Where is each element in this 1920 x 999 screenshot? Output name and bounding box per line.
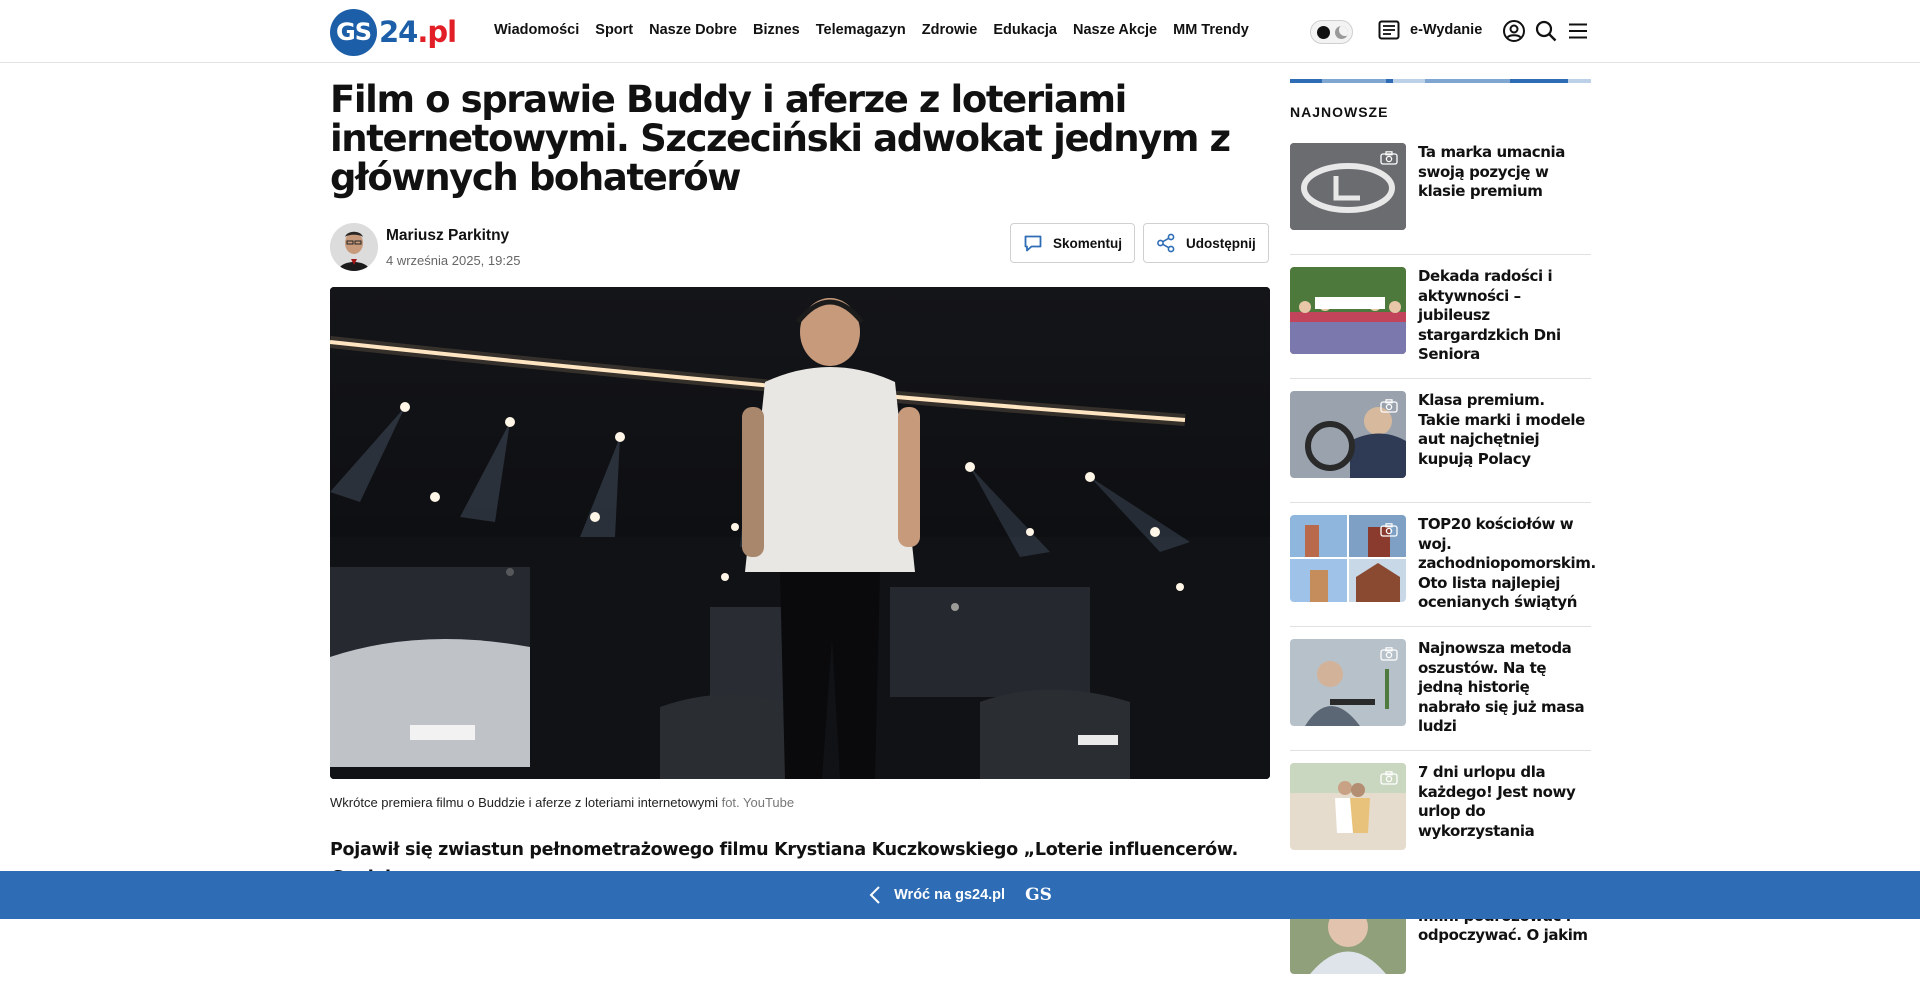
thumbnail — [1290, 391, 1406, 478]
list-item-title: 7 dni urlopu dla każdego! Jest nowy urlo… — [1418, 763, 1576, 840]
nav-item-wiadomosci[interactable]: Wiadomości — [494, 22, 579, 38]
list-item-title: Klasa premium. Takie marki i modele aut … — [1418, 391, 1585, 468]
author-name[interactable]: Mariusz Parkitny — [386, 227, 509, 245]
nav-item-nasze-dobre[interactable]: Nasze Dobre — [649, 22, 737, 38]
nav-item-telemagazyn[interactable]: Telemagazyn — [816, 22, 906, 38]
article-title: Film o sprawie Buddy i aferze z loteriam… — [330, 78, 1231, 199]
camera-icon — [1380, 399, 1398, 413]
article-hero-image[interactable] — [330, 287, 1270, 779]
nav-item-mm-trendy[interactable]: MM Trendy — [1173, 22, 1249, 38]
caption-credit: fot. YouTube — [721, 795, 795, 810]
thumbnail — [1290, 143, 1406, 230]
thumbnail — [1290, 639, 1406, 726]
sidebar-accent-stripe — [1290, 79, 1591, 83]
nav-item-zdrowie[interactable]: Zdrowie — [922, 22, 978, 38]
share-icon — [1157, 233, 1175, 253]
camera-icon — [1380, 647, 1398, 661]
chevron-left-icon — [869, 886, 880, 904]
theme-toggle-icon[interactable] — [1310, 20, 1353, 44]
nav-item-edukacja[interactable]: Edukacja — [993, 22, 1057, 38]
image-caption: Wkrótce premiera filmu o Buddzie i aferz… — [330, 795, 794, 810]
list-item[interactable]: Najnowsza metoda oszustów. Na tę jedną h… — [1290, 639, 1591, 751]
comment-label: Skomentuj — [1053, 235, 1123, 251]
comment-icon — [1024, 235, 1042, 252]
menu-icon[interactable] — [1566, 19, 1590, 43]
author-photo — [330, 223, 378, 271]
newspaper-icon — [1378, 20, 1400, 40]
list-item[interactable]: 7 dni urlopu dla każdego! Jest nowy urlo… — [1290, 763, 1591, 875]
thumbnail — [1290, 267, 1406, 354]
list-item-title: Dekada radości i aktywności – jubileusz … — [1418, 267, 1561, 363]
site-logo[interactable]: GS 24.pl — [330, 8, 457, 56]
list-item[interactable]: Klasa premium. Takie marki i modele aut … — [1290, 391, 1591, 503]
camera-icon — [1380, 523, 1398, 537]
camera-icon — [1380, 151, 1398, 165]
list-item-title: Ta marka umacnia swoją pozycję w klasie … — [1418, 143, 1565, 200]
list-item[interactable]: TOP20 kościołów w woj. zachodniopomorski… — [1290, 515, 1596, 627]
list-item[interactable]: Dekada radości i aktywności – jubileusz … — [1290, 267, 1591, 379]
camera-icon — [1380, 771, 1398, 785]
logo-badge: GS — [330, 8, 377, 56]
bottom-bar-logo: GS — [1025, 885, 1052, 905]
user-icon[interactable] — [1502, 19, 1526, 43]
sidebar-heading: NAJNOWSZE — [1290, 104, 1389, 120]
nav-item-sport[interactable]: Sport — [595, 22, 633, 38]
logo-wordmark: 24.pl — [379, 15, 457, 49]
publish-date: 4 września 2025, 19:25 — [386, 253, 521, 268]
comment-button[interactable]: Skomentuj — [1010, 223, 1136, 263]
back-to-home-bar[interactable]: Wróć na gs24.pl GS — [0, 871, 1920, 919]
back-link-label[interactable]: Wróć na gs24.pl — [894, 887, 1005, 903]
search-icon[interactable] — [1534, 19, 1558, 43]
main-nav: Wiadomości Sport Nasze Dobre Biznes Tele… — [494, 22, 1265, 38]
thumbnail — [1290, 763, 1406, 850]
avatar[interactable] — [330, 223, 378, 271]
thumbnail — [1290, 515, 1406, 602]
nav-item-biznes[interactable]: Biznes — [753, 22, 800, 38]
site-header: GS 24.pl Wiadomości Sport Nasze Dobre Bi… — [0, 0, 1920, 63]
ewydanie-label: e-Wydanie — [1410, 22, 1483, 38]
list-item[interactable]: Ta marka umacnia swoją pozycję w klasie … — [1290, 143, 1591, 255]
share-button[interactable]: Udostępnij — [1143, 223, 1269, 263]
share-label: Udostępnij — [1186, 235, 1256, 251]
caption-text: Wkrótce premiera filmu o Buddzie i aferz… — [330, 795, 718, 810]
list-item-title: Najnowsza metoda oszustów. Na tę jedną h… — [1418, 639, 1585, 735]
ewydanie-link[interactable]: e-Wydanie — [1378, 20, 1482, 40]
list-item-title: TOP20 kościołów w woj. zachodniopomorski… — [1418, 515, 1596, 611]
nav-item-nasze-akcje[interactable]: Nasze Akcje — [1073, 22, 1157, 38]
